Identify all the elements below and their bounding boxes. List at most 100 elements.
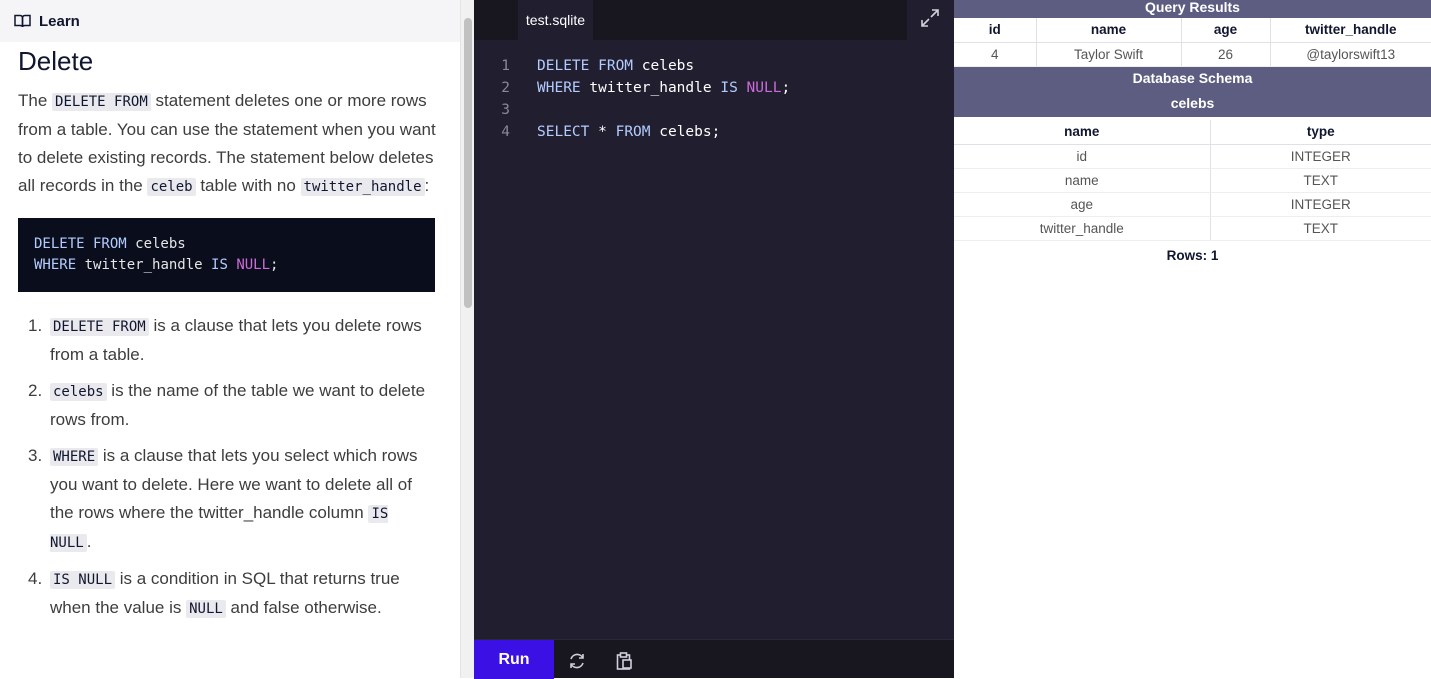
rows-count: Rows: 1 xyxy=(1166,248,1219,263)
table-cell: name xyxy=(954,168,1210,193)
code-text: * xyxy=(589,124,616,140)
table-cell: id xyxy=(954,144,1210,169)
intro-text: The xyxy=(18,91,53,110)
table-row: 4 Taylor Swift 26 @taylorswift13 xyxy=(954,42,1431,67)
reset-icon[interactable] xyxy=(567,651,587,671)
lesson-intro: The DELETE FROM statement deletes one or… xyxy=(18,87,438,201)
editor-lines[interactable]: 1 DELETE FROM celebs 2 WHERE twitter_han… xyxy=(474,55,954,143)
line-number: 2 xyxy=(501,80,510,96)
tab-test-sqlite[interactable]: test.sqlite xyxy=(518,0,593,40)
line-number: 1 xyxy=(501,58,510,74)
list-text: and false otherwise. xyxy=(225,598,382,617)
table-header-row: name type xyxy=(954,120,1431,145)
book-icon xyxy=(14,14,31,28)
learn-header-title: Learn xyxy=(39,12,80,30)
table-header-row: id name age twitter_handle xyxy=(954,18,1431,43)
table-cell: Taylor Swift xyxy=(1035,42,1181,67)
code-text: celebs xyxy=(126,236,186,252)
table-cell: TEXT xyxy=(1209,216,1431,241)
list-number: 1. xyxy=(28,316,43,335)
list-text: . xyxy=(86,532,92,551)
line-content: WHERE twitter_handle IS NULL; xyxy=(537,77,790,99)
code-text: ; xyxy=(781,80,791,96)
column-header: id xyxy=(954,18,1036,43)
schema-table-name: celebs xyxy=(954,92,1431,117)
learn-header: Learn xyxy=(0,0,460,42)
code-null-keyword: NULL xyxy=(236,257,271,273)
line-content: DELETE FROM celebs xyxy=(537,55,694,77)
column-header: twitter_handle xyxy=(1269,18,1431,43)
database-schema-title: Database Schema xyxy=(954,67,1431,92)
table-row: twitter_handle TEXT xyxy=(954,216,1431,241)
code-line[interactable]: 4 SELECT * FROM celebs; xyxy=(474,121,954,143)
code-keyword: SELECT xyxy=(537,124,590,140)
column-header: name xyxy=(1035,18,1181,43)
table-row: id INTEGER xyxy=(954,144,1431,169)
code-keyword: WHERE xyxy=(34,257,77,273)
list-text: is the name of the table we want to dele… xyxy=(50,381,426,429)
line-content: SELECT * FROM celebs; xyxy=(537,121,720,143)
code-line[interactable]: 1 DELETE FROM celebs xyxy=(474,55,954,77)
scrollbar-thumb[interactable] xyxy=(464,18,472,308)
clipboard-icon[interactable] xyxy=(614,651,634,671)
table-cell: TEXT xyxy=(1209,168,1431,193)
column-header: type xyxy=(1209,120,1431,145)
code-text: twitter_handle xyxy=(580,80,721,96)
inline-code: IS NULL xyxy=(50,571,116,589)
lesson-content: Delete The DELETE FROM statement deletes… xyxy=(18,42,438,631)
code-editor[interactable]: test.sqlite 1 DELETE FROM celebs 2 WHERE… xyxy=(474,0,954,679)
list-number: 2. xyxy=(28,381,43,400)
code-keyword: IS xyxy=(211,257,228,273)
table-cell: twitter_handle xyxy=(954,216,1210,241)
list-item: 2. celebs is the name of the table we wan… xyxy=(18,377,438,434)
query-results-table: id name age twitter_handle 4 Taylor Swif… xyxy=(954,18,1431,67)
code-line[interactable]: 2 WHERE twitter_handle IS NULL; xyxy=(474,77,954,99)
editor-tab-bar: test.sqlite xyxy=(474,0,907,40)
query-results-title: Query Results xyxy=(954,0,1431,18)
inline-code: DELETE FROM xyxy=(52,93,151,111)
intro-text: : xyxy=(424,176,430,195)
code-keyword: DELETE FROM xyxy=(34,236,127,252)
learn-scrollbar[interactable] xyxy=(460,0,474,678)
column-header: name xyxy=(954,120,1210,145)
code-text: twitter_handle xyxy=(76,257,212,273)
list-number: 3. xyxy=(28,446,43,465)
results-panel: Query Results id name age twitter_handle… xyxy=(954,0,1431,678)
inline-code: DELETE FROM xyxy=(50,318,149,336)
table-cell: INTEGER xyxy=(1209,192,1431,217)
table-cell: 4 xyxy=(954,42,1036,67)
code-text: celebs xyxy=(633,58,695,74)
code-example: DELETE FROM celebs WHERE twitter_handle … xyxy=(18,218,435,292)
run-button[interactable]: Run xyxy=(474,640,554,679)
table-cell: 26 xyxy=(1180,42,1270,67)
code-line[interactable]: 3 xyxy=(474,99,954,121)
code-null-keyword: NULL xyxy=(746,80,782,96)
column-header: age xyxy=(1180,18,1270,43)
list-number: 4. xyxy=(28,569,43,588)
list-item: 1. DELETE FROM is a clause that lets you … xyxy=(18,312,438,369)
intro-text: table with no xyxy=(195,176,301,195)
table-cell: age xyxy=(954,192,1210,217)
inline-code: NULL xyxy=(186,600,226,618)
list-item: 4. IS NULL is a condition in SQL that ret… xyxy=(18,565,438,623)
table-row: name TEXT xyxy=(954,168,1431,193)
inline-code: WHERE xyxy=(50,448,99,466)
inline-code: celeb xyxy=(147,178,196,196)
code-keyword: IS xyxy=(720,80,738,96)
expand-icon[interactable] xyxy=(920,8,940,28)
lesson-heading: Delete xyxy=(18,46,94,76)
editor-bottom-bar: Run xyxy=(474,639,954,679)
line-number: 3 xyxy=(501,102,510,118)
inline-code: celebs xyxy=(50,383,107,401)
steps-list: 1. DELETE FROM is a clause that lets you … xyxy=(18,312,438,623)
code-keyword: DELETE FROM xyxy=(537,58,634,74)
inline-code: twitter_handle xyxy=(300,178,425,196)
list-text: is a clause that lets you select which r… xyxy=(50,446,418,522)
code-text: celebs; xyxy=(650,124,721,140)
table-cell: INTEGER xyxy=(1209,144,1431,169)
code-keyword: FROM xyxy=(615,124,651,140)
table-cell: @taylorswift13 xyxy=(1269,42,1431,67)
table-row: age INTEGER xyxy=(954,192,1431,217)
code-text: ; xyxy=(270,257,279,273)
